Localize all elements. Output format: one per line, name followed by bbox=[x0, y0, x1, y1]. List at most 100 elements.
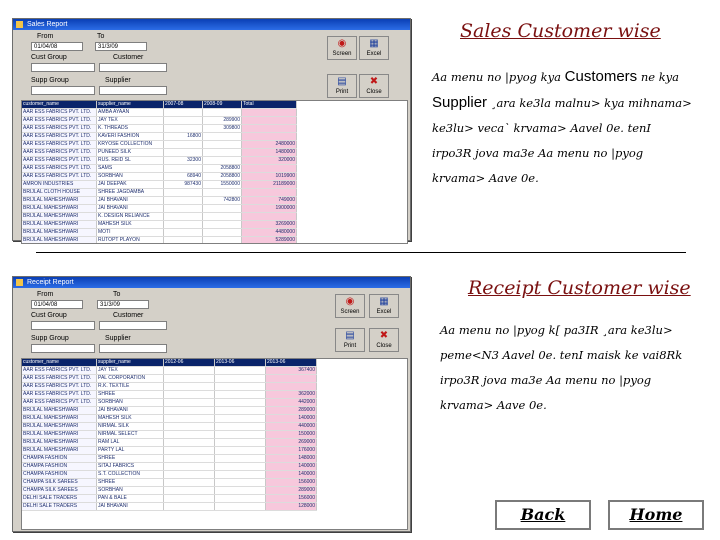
customer-field[interactable] bbox=[99, 63, 167, 72]
table-cell bbox=[163, 462, 215, 471]
column-header[interactable]: supplier_name bbox=[96, 359, 164, 367]
table-row[interactable]: CHAMPA SILK SAREES SHREE 156000 bbox=[22, 478, 317, 487]
table-row[interactable]: CHAMPA FASHION SHREE 148000 bbox=[22, 454, 317, 463]
cust-group-field[interactable] bbox=[31, 321, 95, 330]
table-cell bbox=[163, 148, 203, 157]
table-row[interactable]: AAR ESS FABRICS PVT. LTD. RUS. REID SL 323… bbox=[22, 156, 297, 165]
table-row[interactable]: AAR ESS FABRICS PVT. LTD. PUNEED SILK 1480… bbox=[22, 148, 297, 157]
supplier-field[interactable] bbox=[99, 344, 167, 353]
table-row[interactable]: AMRON INDUSTRIES JAI DEEPAK 987430 1550000 2… bbox=[22, 180, 297, 189]
close-button[interactable]: ✖ Close bbox=[359, 74, 389, 98]
supp-group-field[interactable] bbox=[31, 86, 95, 95]
column-header[interactable]: 2012-06 bbox=[163, 359, 215, 367]
table-cell: 742800 bbox=[202, 196, 242, 205]
table-cell: 5289000 bbox=[241, 236, 297, 243]
table-cell: 21189000 bbox=[241, 180, 297, 189]
table-cell: 150000 bbox=[265, 430, 317, 439]
table-row[interactable]: DELHI SALE TRADERS JAI BHAVANI 128000 bbox=[22, 502, 317, 511]
table-cell: AAR ESS FABRICS PVT. LTD. bbox=[22, 382, 97, 391]
table-cell bbox=[202, 140, 242, 149]
supplier-label: Supplier bbox=[105, 77, 131, 84]
customer-field[interactable] bbox=[99, 321, 167, 330]
table-cell bbox=[214, 398, 266, 407]
table-row[interactable]: BRIJLAL MAHESHWARI RAM LAL 269000 bbox=[22, 438, 317, 447]
table-row[interactable]: BRIJLAL MAHESHWARI RUTOPT PLAYON 5289000 bbox=[22, 236, 297, 243]
table-row[interactable]: DELHI SALE TRADERS PAN & BALE 156000 bbox=[22, 494, 317, 503]
table-row[interactable]: BRIJLAL CLOTH HOUSE SHREE JAGDAMBA bbox=[22, 188, 297, 197]
table-row[interactable]: BRIJLAL MAHESHWARI NIRMAL SILK 440000 bbox=[22, 422, 317, 431]
table-row[interactable]: CHAMPA FASHION SITAJ FABRICS 140000 bbox=[22, 462, 317, 471]
table-row[interactable]: AAR ESS FABRICS PVT. LTD. KAVERI FASHION 1… bbox=[22, 132, 297, 141]
table-cell: CHAMPA FASHION bbox=[22, 462, 97, 471]
back-button[interactable]: Back bbox=[495, 500, 591, 530]
supp-group-field[interactable] bbox=[31, 344, 95, 353]
table-cell bbox=[214, 486, 266, 495]
table-cell: BRIJLAL MAHESHWARI bbox=[22, 228, 97, 237]
supplier-field[interactable] bbox=[99, 86, 167, 95]
section-divider bbox=[36, 252, 686, 253]
table-row[interactable]: BRIJLAL MAHESHWARI JAI BHAVANI 742800 74900… bbox=[22, 196, 297, 205]
table-row[interactable]: AAR ESS FABRICS PVT. LTD. SHREE 362000 bbox=[22, 390, 317, 399]
screen-button[interactable]: ◉ Screen bbox=[335, 294, 365, 318]
cust-group-field[interactable] bbox=[31, 63, 95, 72]
table-cell: JAI BHAVANI bbox=[96, 204, 164, 213]
table-row[interactable]: BRIJLAL MAHESHWARI PARTY LAL 176000 bbox=[22, 446, 317, 455]
table-row[interactable]: AAR ESS FABRICS PVT. LTD. PAL CORPORATION bbox=[22, 374, 317, 383]
table-row[interactable]: AAR ESS FABRICS PVT. LTD. K. THREADS 30980… bbox=[22, 124, 297, 133]
table-row[interactable]: BRIJLAL MAHESHWARI JAI BHAVANI 289000 bbox=[22, 406, 317, 415]
table-cell: 320000 bbox=[241, 156, 297, 165]
table-row[interactable]: AAR ESS FABRICS PVT. LTD. R.K. TEXTILE bbox=[22, 382, 317, 391]
column-header[interactable]: 2013-06 bbox=[265, 359, 317, 367]
customers-word: Customers bbox=[564, 68, 638, 85]
table-cell bbox=[163, 502, 215, 511]
receipt-data-grid[interactable]: customer_name supplier_name 2012-06 2013-06… bbox=[21, 358, 408, 530]
table-row[interactable]: BRIJLAL MAHESHWARI MAHESH SILK 3269000 bbox=[22, 220, 297, 229]
table-row[interactable]: BRIJLAL MAHESHWARI K. DESIGN RELIANCE bbox=[22, 212, 297, 221]
column-header[interactable]: 2013-06 bbox=[214, 359, 266, 367]
table-row[interactable]: AAR ESS FABRICS PVT. LTD. JAY TEX 367400 bbox=[22, 366, 317, 375]
table-row[interactable]: AAR ESS FABRICS PVT. LTD. SAMS 2058800 bbox=[22, 164, 297, 173]
table-cell bbox=[241, 212, 297, 221]
table-row[interactable]: BRIJLAL MAHESHWARI JAI BHAVANI 1900000 bbox=[22, 204, 297, 213]
print-button[interactable]: ▤ Print bbox=[327, 74, 357, 98]
from-date-field[interactable]: 01/04/08 bbox=[31, 300, 83, 309]
column-header[interactable]: 2008-09 bbox=[202, 101, 242, 109]
close-button[interactable]: ✖ Close bbox=[369, 328, 399, 352]
table-row[interactable]: AAR ESS FABRICS PVT. LTD. SORBHAN 442000 bbox=[22, 398, 317, 407]
table-row[interactable]: AAR ESS FABRICS PVT. LTD. AMBA AYAAN bbox=[22, 108, 297, 117]
table-row[interactable]: AAR ESS FABRICS PVT. LTD. KRYOSE COLLECTI… bbox=[22, 140, 297, 149]
table-cell: AAR ESS FABRICS PVT. LTD. bbox=[22, 164, 97, 173]
table-row[interactable]: CHAMPA SILK SAREES SORBHAN 289000 bbox=[22, 486, 317, 495]
excel-button[interactable]: ▦ Excel bbox=[359, 36, 389, 60]
table-row[interactable]: CHAMPA FASHION S.T. COLLECTION 140000 bbox=[22, 470, 317, 479]
screen-button[interactable]: ◉ Screen bbox=[327, 36, 357, 60]
excel-button[interactable]: ▦ Excel bbox=[369, 294, 399, 318]
table-cell: SAMS bbox=[96, 164, 164, 173]
column-header[interactable]: supplier_name bbox=[96, 101, 164, 109]
table-cell: 4480000 bbox=[241, 228, 297, 237]
sales-data-grid[interactable]: customer_name supplier_name 2007-08 2008-09… bbox=[21, 100, 408, 244]
table-row[interactable]: BRIJLAL MAHESHWARI MOTI 4480000 bbox=[22, 228, 297, 237]
column-header[interactable]: Total bbox=[241, 101, 297, 109]
table-cell bbox=[214, 446, 266, 455]
from-date-field[interactable]: 01/04/08 bbox=[31, 42, 83, 51]
customer-label: Customer bbox=[113, 54, 144, 61]
table-cell: BRIJLAL MAHESHWARI bbox=[22, 414, 97, 423]
to-date-field[interactable]: 31/3/09 bbox=[97, 300, 149, 309]
to-label: To bbox=[113, 291, 121, 298]
print-button[interactable]: ▤ Print bbox=[335, 328, 365, 352]
table-cell: PARTY LAL bbox=[96, 446, 164, 455]
table-row[interactable]: AAR ESS FABRICS PVT. LTD. SORBHAN 68940 205… bbox=[22, 172, 297, 181]
sales-report-window: Sales Report From To 01/04/08 31/3/09 Cu… bbox=[12, 18, 411, 244]
receipt-title: Receipt Customer wise bbox=[468, 277, 691, 299]
table-cell bbox=[214, 406, 266, 415]
home-button[interactable]: Home bbox=[608, 500, 704, 530]
table-row[interactable]: BRIJLAL MAHESHWARI MAHESH SILK 140000 bbox=[22, 414, 317, 423]
table-row[interactable]: BRIJLAL MAHESHWARI NIRMAL SELECT 150000 bbox=[22, 430, 317, 439]
to-date-field[interactable]: 31/3/09 bbox=[95, 42, 147, 51]
column-header[interactable]: customer_name bbox=[22, 101, 97, 109]
column-header[interactable]: 2007-08 bbox=[163, 101, 203, 109]
table-cell: BRIJLAL MAHESHWARI bbox=[22, 212, 97, 221]
column-header[interactable]: customer_name bbox=[22, 359, 97, 367]
table-row[interactable]: AAR ESS FABRICS PVT. LTD. JAY TEX 289900 bbox=[22, 116, 297, 125]
